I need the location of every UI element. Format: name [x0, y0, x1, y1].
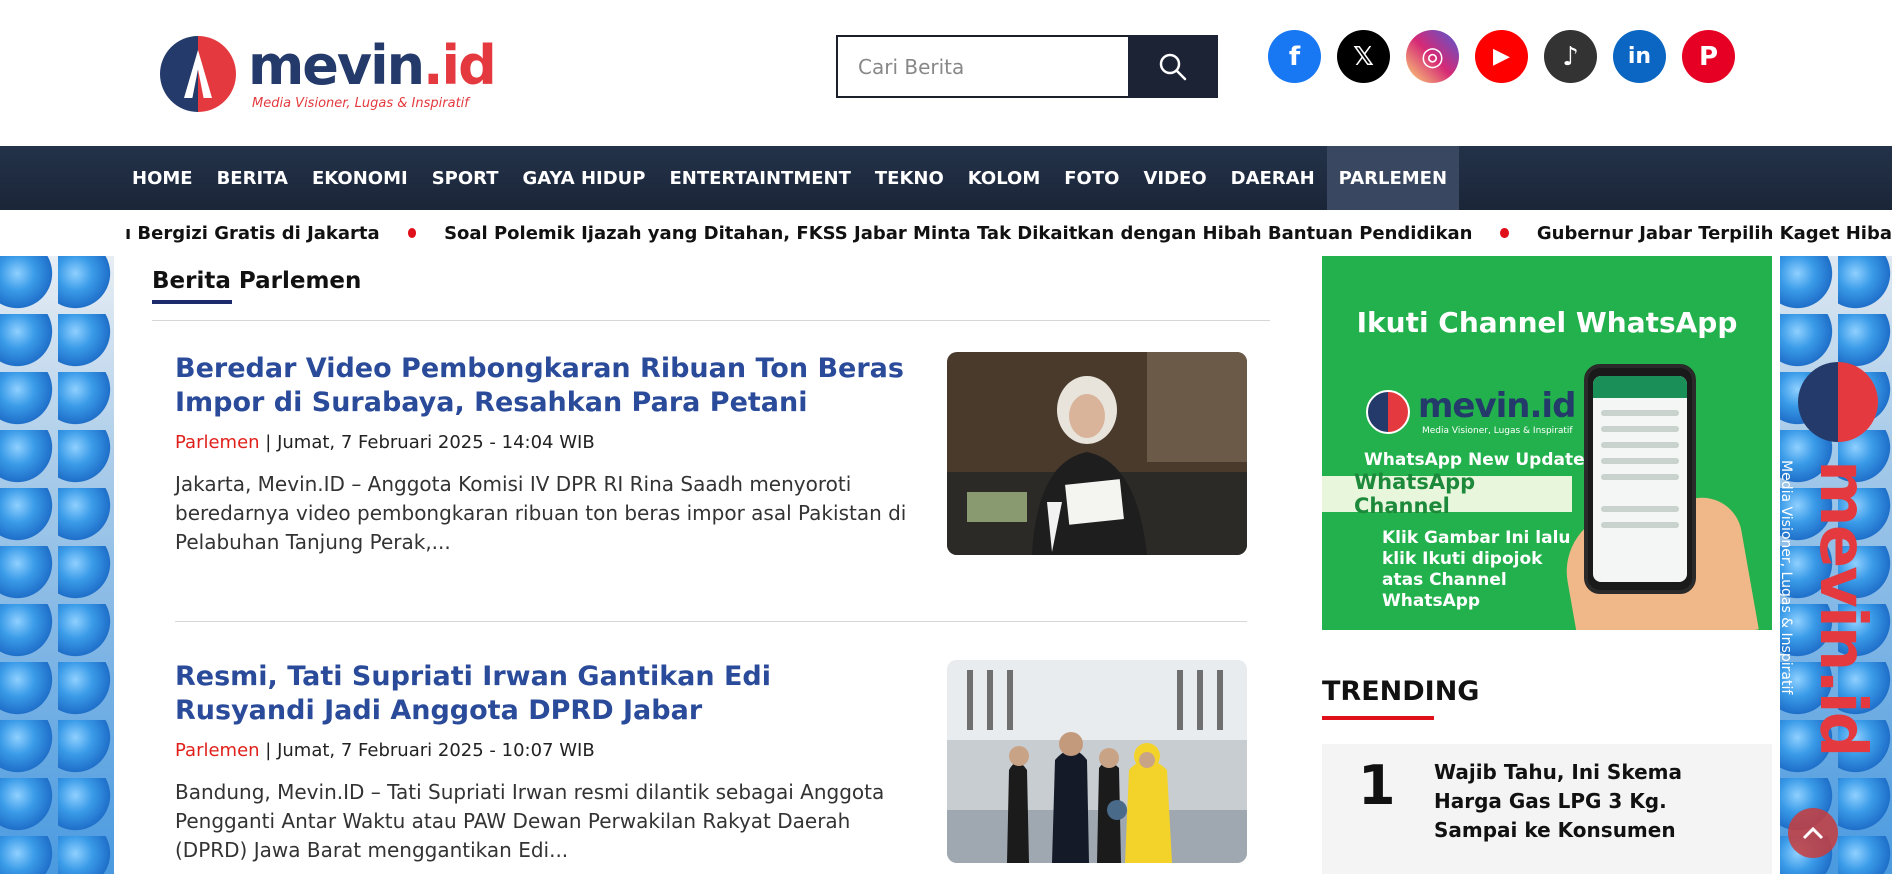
- phone-row: [1601, 474, 1679, 480]
- phone-illustration: [1584, 364, 1696, 594]
- phone-row: [1601, 522, 1679, 528]
- whatsapp-banner-logo-word: mevin.id: [1418, 386, 1576, 426]
- article-date: | Jumat, 7 Februari 2025 - 10:07 WIB: [259, 740, 595, 761]
- whatsapp-banner-instruction: Klik Gambar Ini lalu klik Ikuti dipojok …: [1382, 528, 1571, 611]
- article-category-link[interactable]: Parlemen: [175, 432, 260, 453]
- nav-item-parlemen[interactable]: PARLEMEN: [1326, 146, 1460, 210]
- nav-item-entertaintment[interactable]: ENTERTAINTMENT: [658, 146, 863, 210]
- trending-title: TRENDING: [1322, 676, 1480, 707]
- phone-app-bar: [1593, 376, 1687, 398]
- facebook-icon[interactable]: f: [1268, 30, 1321, 83]
- article-card: Resmi, Tati Supriati Irwan Gantikan Edi …: [175, 660, 1247, 863]
- site-header: mevin.id Media Visioner, Lugas & Inspira…: [0, 0, 1892, 146]
- social-links: f 𝕏 ◎ ▶ ♪ in P: [1268, 30, 1735, 83]
- article-meta: Parlemen | Jumat, 7 Februari 2025 - 14:0…: [175, 432, 595, 453]
- article-divider: [175, 621, 1247, 622]
- section-divider: [152, 320, 1270, 321]
- article-excerpt: Bandung, Mevin.ID – Tati Supriati Irwan …: [175, 780, 885, 862]
- logo-mark-icon: [1366, 390, 1410, 434]
- section-title: Berita Parlemen: [152, 268, 362, 294]
- logo-wordmark: mevin.id: [248, 34, 497, 97]
- search-form: [836, 35, 1218, 98]
- trending-rank: 1: [1358, 754, 1396, 817]
- left-skin-background: [0, 256, 114, 874]
- article-card: Beredar Video Pembongkaran Ribuan Ton Be…: [175, 352, 1247, 555]
- article-photo-image: [947, 660, 1247, 863]
- side-brand-tagline: Media Visioner, Lugas & Inspiratif: [1778, 460, 1794, 695]
- ticker-item[interactable]: ı Bergizi Gratis di Jakarta: [125, 223, 380, 244]
- phone-row: [1601, 426, 1679, 432]
- article-meta: Parlemen | Jumat, 7 Februari 2025 - 10:0…: [175, 740, 595, 761]
- site-logo[interactable]: mevin.id Media Visioner, Lugas & Inspira…: [160, 34, 497, 114]
- nav-item-berita[interactable]: BERITA: [205, 146, 300, 210]
- back-to-top-button[interactable]: [1788, 808, 1838, 858]
- instagram-icon[interactable]: ◎: [1406, 30, 1459, 83]
- whatsapp-banner-logo-tag: Media Visioner, Lugas & Inspiratif: [1422, 426, 1573, 436]
- nav-item-ekonomi[interactable]: EKONOMI: [300, 146, 420, 210]
- article-date: | Jumat, 7 Februari 2025 - 14:04 WIB: [259, 432, 595, 453]
- phone-row: [1601, 410, 1679, 416]
- article-thumbnail[interactable]: [947, 352, 1247, 555]
- section-title-underline: [152, 300, 232, 304]
- nav-item-foto[interactable]: FOTO: [1052, 146, 1131, 210]
- linkedin-icon[interactable]: in: [1613, 30, 1666, 83]
- phone-row: [1601, 506, 1679, 512]
- article-thumbnail[interactable]: [947, 660, 1247, 863]
- whatsapp-banner-channel: WhatsApp Channel: [1322, 470, 1572, 518]
- whatsapp-channel-banner[interactable]: Ikuti Channel WhatsApp mevin.id Media Vi…: [1322, 256, 1772, 630]
- whatsapp-banner-title: Ikuti Channel WhatsApp: [1356, 306, 1738, 339]
- ticker-separator-dot: [407, 228, 417, 238]
- article-photo-image: [947, 352, 1247, 555]
- youtube-icon[interactable]: ▶: [1475, 30, 1528, 83]
- ticker-item[interactable]: Soal Polemik Ijazah yang Ditahan, FKSS J…: [444, 223, 1472, 244]
- side-logo-mark-icon: [1798, 362, 1878, 442]
- nav-item-video[interactable]: VIDEO: [1131, 146, 1218, 210]
- phone-screen: [1593, 376, 1687, 582]
- logo-tagline: Media Visioner, Lugas & Inspiratif: [252, 96, 469, 111]
- nav-item-tekno[interactable]: TEKNO: [863, 146, 956, 210]
- news-ticker: ı Bergizi Gratis di Jakarta Soal Polemik…: [0, 210, 1892, 256]
- main-nav: HOME BERITA EKONOMI SPORT GAYA HIDUP ENT…: [0, 146, 1892, 210]
- article-excerpt: Jakarta, Mevin.ID – Anggota Komisi IV DP…: [175, 472, 907, 554]
- nav-item-daerah[interactable]: DAERAH: [1219, 146, 1327, 210]
- article-title-link[interactable]: Resmi, Tati Supriati Irwan Gantikan Edi …: [175, 660, 915, 728]
- nav-item-sport[interactable]: SPORT: [420, 146, 511, 210]
- phone-row: [1601, 442, 1679, 448]
- pinterest-icon[interactable]: P: [1682, 30, 1735, 83]
- side-brand-word: mevin.id: [1805, 460, 1879, 756]
- whatsapp-banner-update: WhatsApp New Update: [1364, 450, 1585, 470]
- whatsapp-banner-logo: mevin.id Media Visioner, Lugas & Inspira…: [1366, 384, 1576, 444]
- article-category-link[interactable]: Parlemen: [175, 740, 260, 761]
- tiktok-icon[interactable]: ♪: [1544, 30, 1597, 83]
- ticker-separator-dot: [1500, 228, 1509, 238]
- ticker-item[interactable]: Gubernur Jabar Terpilih Kaget Hiba: [1537, 223, 1892, 244]
- search-input[interactable]: [836, 35, 1128, 98]
- trending-title-link[interactable]: Wajib Tahu, Ini Skema Harga Gas LPG 3 Kg…: [1434, 758, 1754, 845]
- nav-item-gaya-hidup[interactable]: GAYA HIDUP: [510, 146, 657, 210]
- nav-item-kolom[interactable]: KOLOM: [956, 146, 1052, 210]
- search-button[interactable]: [1128, 35, 1218, 98]
- trending-underline: [1322, 716, 1434, 720]
- search-icon: [1159, 53, 1187, 80]
- logo-mark-icon: [160, 36, 236, 112]
- phone-row: [1601, 458, 1679, 464]
- x-icon[interactable]: 𝕏: [1337, 30, 1390, 83]
- nav-item-home[interactable]: HOME: [120, 146, 205, 210]
- chevron-up-icon: [1802, 826, 1824, 840]
- article-title-link[interactable]: Beredar Video Pembongkaran Ribuan Ton Be…: [175, 352, 915, 420]
- trending-item[interactable]: 1 Wajib Tahu, Ini Skema Harga Gas LPG 3 …: [1322, 744, 1772, 874]
